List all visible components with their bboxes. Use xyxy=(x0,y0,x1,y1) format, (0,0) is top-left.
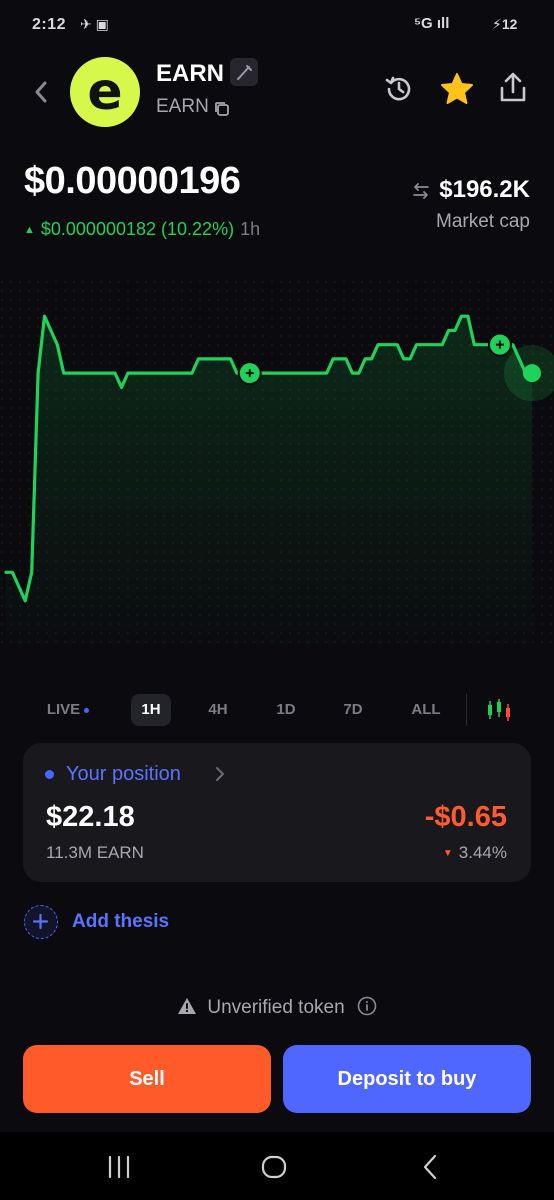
position-dot xyxy=(45,770,54,779)
live-indicator xyxy=(84,707,90,713)
favorite-button[interactable] xyxy=(439,72,475,106)
edit-button[interactable] xyxy=(230,58,258,86)
position-card[interactable]: Your position $22.18 11.3M EARN -$0.65 ▼… xyxy=(23,743,531,882)
price-change-period: 1h xyxy=(240,219,261,239)
tab-1d[interactable]: 1D xyxy=(266,694,306,726)
range-divider xyxy=(466,694,467,726)
tab-7d[interactable]: 7D xyxy=(333,694,373,726)
chevron-left-icon xyxy=(35,81,47,103)
copy-icon xyxy=(215,102,229,116)
copy-address-button[interactable] xyxy=(213,100,231,118)
swap-icon xyxy=(413,182,430,199)
price-change-pct: (10.22%) xyxy=(161,219,235,239)
change-up-icon: ▲ xyxy=(24,224,35,236)
market-cap-label: Market cap xyxy=(436,211,530,232)
market-cap-value: $196.2K xyxy=(439,176,530,203)
token-logo-letter: e xyxy=(87,62,122,122)
position-value: $22.18 xyxy=(46,801,135,833)
status-notification-icons: ✈ ▣ xyxy=(80,16,109,32)
position-amount: 11.3M EARN xyxy=(46,843,144,862)
status-time: 2:12 xyxy=(32,16,67,33)
tab-4h[interactable]: 4H xyxy=(198,694,238,726)
history-button[interactable] xyxy=(382,72,416,106)
plus-icon xyxy=(24,905,58,939)
price-chart[interactable] xyxy=(0,280,554,650)
token-name: EARN xyxy=(156,60,225,87)
unverified-warning: Unverified token xyxy=(0,996,554,1024)
sell-button[interactable]: Sell xyxy=(23,1045,271,1113)
position-pnl: -$0.65 xyxy=(424,801,507,833)
home-icon xyxy=(261,1155,287,1179)
position-pnl-pct-value: 3.44% xyxy=(458,843,507,862)
market-cap[interactable]: $196.2K xyxy=(411,176,530,204)
tab-live-label: LIVE xyxy=(46,701,81,718)
add-thesis-button[interactable]: Add thesis xyxy=(24,905,204,939)
trade-marker-buy[interactable] xyxy=(487,332,512,357)
change-down-icon: ▼ xyxy=(442,848,453,859)
deposit-to-buy-button[interactable]: Deposit to buy xyxy=(283,1045,531,1113)
price-change: ▲ $0.000000182 (10.22%) 1h xyxy=(24,219,260,240)
add-thesis-label: Add thesis xyxy=(72,911,170,932)
tab-all[interactable]: ALL xyxy=(404,694,448,726)
trade-marker-buy[interactable] xyxy=(237,361,262,386)
back-button[interactable] xyxy=(28,74,56,110)
history-icon xyxy=(385,76,411,101)
position-pnl-pct: ▼ 3.44% xyxy=(443,843,507,863)
token-header: e EARN EARN xyxy=(0,52,554,132)
token-symbol: EARN xyxy=(156,96,209,117)
candlestick-toggle[interactable] xyxy=(486,698,512,722)
tab-1h[interactable]: 1H xyxy=(131,694,171,726)
recents-icon xyxy=(108,1155,130,1179)
current-price-dot xyxy=(523,364,541,383)
share-button[interactable] xyxy=(496,70,530,106)
share-icon xyxy=(500,72,526,102)
status-battery: ⚡12 xyxy=(492,16,518,32)
token-logo: e xyxy=(70,57,140,127)
tab-live[interactable]: LIVE xyxy=(40,694,96,726)
unverified-label: Unverified token xyxy=(207,997,345,1018)
system-back-button[interactable] xyxy=(420,1152,440,1182)
token-price: $0.00000196 xyxy=(24,160,241,202)
info-icon[interactable] xyxy=(357,996,377,1016)
recents-button[interactable] xyxy=(104,1154,134,1180)
candlestick-icon xyxy=(488,699,510,721)
pen-icon xyxy=(237,65,252,80)
position-title: Your position xyxy=(66,763,181,785)
warning-icon xyxy=(178,998,197,1014)
back-arrow-icon xyxy=(423,1154,437,1180)
home-button[interactable] xyxy=(259,1152,289,1182)
time-range-tabs: LIVE 1H 4H 1D 7D ALL xyxy=(30,692,530,728)
star-icon xyxy=(441,73,473,104)
status-bar: 2:12 ✈ ▣ ⁵G ıll ⚡12 xyxy=(0,0,554,48)
system-nav-bar xyxy=(0,1132,554,1200)
chevron-right-icon xyxy=(213,765,227,783)
price-change-abs: $0.000000182 xyxy=(40,219,157,239)
status-network: ⁵G ıll xyxy=(414,15,450,32)
